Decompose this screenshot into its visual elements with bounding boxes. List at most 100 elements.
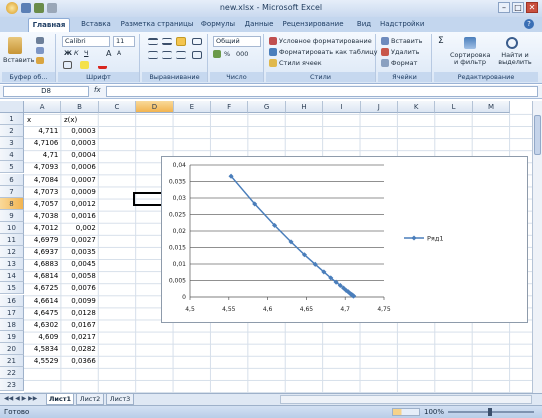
shrink-font-button[interactable]: A bbox=[117, 50, 121, 57]
find-select-icon[interactable] bbox=[506, 37, 518, 49]
merge-cells-icon[interactable] bbox=[192, 51, 202, 59]
row-header-15[interactable]: 15 bbox=[0, 282, 24, 295]
cut-icon[interactable] bbox=[36, 37, 44, 44]
cell-a3[interactable]: 4,7106 bbox=[24, 137, 61, 149]
find-select-button[interactable]: Найти и выделить bbox=[496, 52, 534, 66]
cell-a13[interactable]: 4,6883 bbox=[24, 258, 61, 270]
cell-b8[interactable]: 0,0012 bbox=[61, 198, 98, 210]
row-header-4[interactable]: 4 bbox=[0, 149, 24, 162]
cell-a14[interactable]: 4,6814 bbox=[24, 270, 61, 282]
tab-addins[interactable]: Надстройки bbox=[380, 18, 424, 32]
vertical-scrollbar[interactable] bbox=[532, 101, 542, 393]
cell-b16[interactable]: 0,0099 bbox=[61, 295, 98, 307]
cell-a20[interactable]: 4,5834 bbox=[24, 343, 61, 355]
tab-data[interactable]: Данные bbox=[242, 18, 276, 32]
cell-a11[interactable]: 4,6979 bbox=[24, 234, 61, 246]
cell-b5[interactable]: 0,0006 bbox=[61, 161, 98, 173]
format-painter-icon[interactable] bbox=[36, 57, 44, 64]
cell-a2[interactable]: 4,711 bbox=[24, 125, 61, 137]
cell-b18[interactable]: 0,0167 bbox=[61, 319, 98, 331]
copy-icon[interactable] bbox=[36, 47, 44, 54]
number-format-select[interactable]: Общий bbox=[213, 36, 261, 47]
row-header-12[interactable]: 12 bbox=[0, 246, 24, 259]
cell-b19[interactable]: 0,0217 bbox=[61, 331, 98, 343]
cell-b14[interactable]: 0,0058 bbox=[61, 270, 98, 282]
delete-cells-button[interactable]: Удалить bbox=[391, 48, 419, 56]
cell-a19[interactable]: 4,609 bbox=[24, 331, 61, 343]
column-header-k[interactable]: K bbox=[398, 101, 436, 113]
chart-area[interactable]: 0 0,005 0,01 0,015 0,02 0,025 0,03 0,035 0,04 4,5… bbox=[161, 156, 528, 323]
help-icon[interactable]: ? bbox=[524, 19, 534, 29]
maximize-button[interactable]: □ bbox=[512, 2, 524, 13]
column-header-b[interactable]: B bbox=[61, 101, 99, 113]
row-header-10[interactable]: 10 bbox=[0, 221, 24, 234]
autosum-button[interactable]: Σ bbox=[438, 36, 444, 46]
row-header-17[interactable]: 17 bbox=[0, 306, 24, 319]
align-top-icon[interactable] bbox=[148, 38, 158, 45]
close-button[interactable]: ✕ bbox=[526, 2, 538, 13]
column-header-e[interactable]: E bbox=[173, 101, 211, 113]
column-header-a[interactable]: A bbox=[24, 101, 62, 113]
align-center-icon[interactable] bbox=[162, 51, 172, 59]
tab-sheet-3[interactable]: Лист3 bbox=[106, 394, 134, 405]
column-header-f[interactable]: F bbox=[211, 101, 249, 113]
minimize-button[interactable]: – bbox=[498, 2, 510, 13]
tab-home[interactable]: Главная bbox=[28, 18, 70, 32]
cell-a18[interactable]: 4,6302 bbox=[24, 319, 61, 331]
row-header-9[interactable]: 9 bbox=[0, 209, 24, 222]
cell-b12[interactable]: 0,0035 bbox=[61, 246, 98, 258]
cell-styles-button[interactable]: Стили ячеек bbox=[279, 59, 322, 67]
align-bottom-icon[interactable] bbox=[176, 37, 186, 46]
font-color-icon[interactable] bbox=[98, 61, 107, 69]
underline-button[interactable]: Ч bbox=[84, 49, 88, 57]
row-header-21[interactable]: 21 bbox=[0, 355, 24, 368]
cell-b2[interactable]: 0,0003 bbox=[61, 125, 98, 137]
cell-a10[interactable]: 4,7012 bbox=[24, 222, 61, 234]
scroll-thumb[interactable] bbox=[534, 115, 541, 155]
row-header-8[interactable]: 8 bbox=[0, 197, 24, 210]
row-header-6[interactable]: 6 bbox=[0, 173, 24, 186]
row-header-20[interactable]: 20 bbox=[0, 342, 24, 355]
tab-page-layout[interactable]: Разметка страницы bbox=[120, 18, 194, 32]
insert-cells-icon[interactable] bbox=[381, 37, 389, 45]
thousands-button[interactable]: 000 bbox=[236, 50, 248, 58]
format-cells-icon[interactable] bbox=[381, 59, 389, 67]
cell-b4[interactable]: 0,0004 bbox=[61, 149, 98, 161]
column-header-m[interactable]: M bbox=[472, 101, 511, 113]
cell-a7[interactable]: 4,7073 bbox=[24, 186, 61, 198]
tab-sheet-1[interactable]: Лист1 bbox=[46, 394, 74, 405]
row-header-16[interactable]: 16 bbox=[0, 294, 24, 307]
conditional-format-button[interactable]: Условное форматирование bbox=[279, 37, 372, 45]
cell-a21[interactable]: 4,5529 bbox=[24, 355, 61, 367]
cell-b20[interactable]: 0,0282 bbox=[61, 343, 98, 355]
sort-filter-icon[interactable] bbox=[464, 37, 476, 49]
cell-b15[interactable]: 0,0076 bbox=[61, 282, 98, 294]
cell-b9[interactable]: 0,0016 bbox=[61, 210, 98, 222]
row-header-5[interactable]: 5 bbox=[0, 161, 24, 174]
horizontal-scrollbar[interactable] bbox=[280, 395, 532, 404]
line-chart[interactable]: 0 0,005 0,01 0,015 0,02 0,025 0,03 0,035 0,04 4,5… bbox=[162, 157, 529, 324]
align-middle-icon[interactable] bbox=[162, 38, 172, 45]
tab-sheet-2[interactable]: Лист2 bbox=[76, 394, 104, 405]
fill-color-icon[interactable] bbox=[80, 61, 89, 69]
view-buttons[interactable] bbox=[392, 408, 420, 416]
column-header-c[interactable]: C bbox=[98, 101, 137, 113]
bold-button[interactable]: Ж bbox=[64, 49, 72, 57]
borders-icon[interactable] bbox=[63, 61, 72, 69]
italic-button[interactable]: К bbox=[74, 49, 79, 57]
cell-a16[interactable]: 4,6614 bbox=[24, 295, 61, 307]
row-header-22[interactable]: 22 bbox=[0, 367, 24, 380]
cell-a9[interactable]: 4,7038 bbox=[24, 210, 61, 222]
zoom-slider-thumb[interactable] bbox=[488, 408, 492, 416]
cell-a5[interactable]: 4,7093 bbox=[24, 161, 61, 173]
column-header-i[interactable]: I bbox=[323, 101, 361, 113]
row-header-18[interactable]: 18 bbox=[0, 318, 24, 331]
wrap-text-icon[interactable] bbox=[192, 38, 202, 45]
sort-filter-button[interactable]: Сортировка и фильтр bbox=[450, 52, 491, 66]
row-header-14[interactable]: 14 bbox=[0, 270, 24, 283]
cell-b3[interactable]: 0,0003 bbox=[61, 137, 98, 149]
cell-a15[interactable]: 4,6725 bbox=[24, 282, 61, 294]
cell-b21[interactable]: 0,0366 bbox=[61, 355, 98, 367]
format-as-table-icon[interactable] bbox=[269, 48, 277, 56]
cell-a6[interactable]: 4,7084 bbox=[24, 174, 61, 186]
